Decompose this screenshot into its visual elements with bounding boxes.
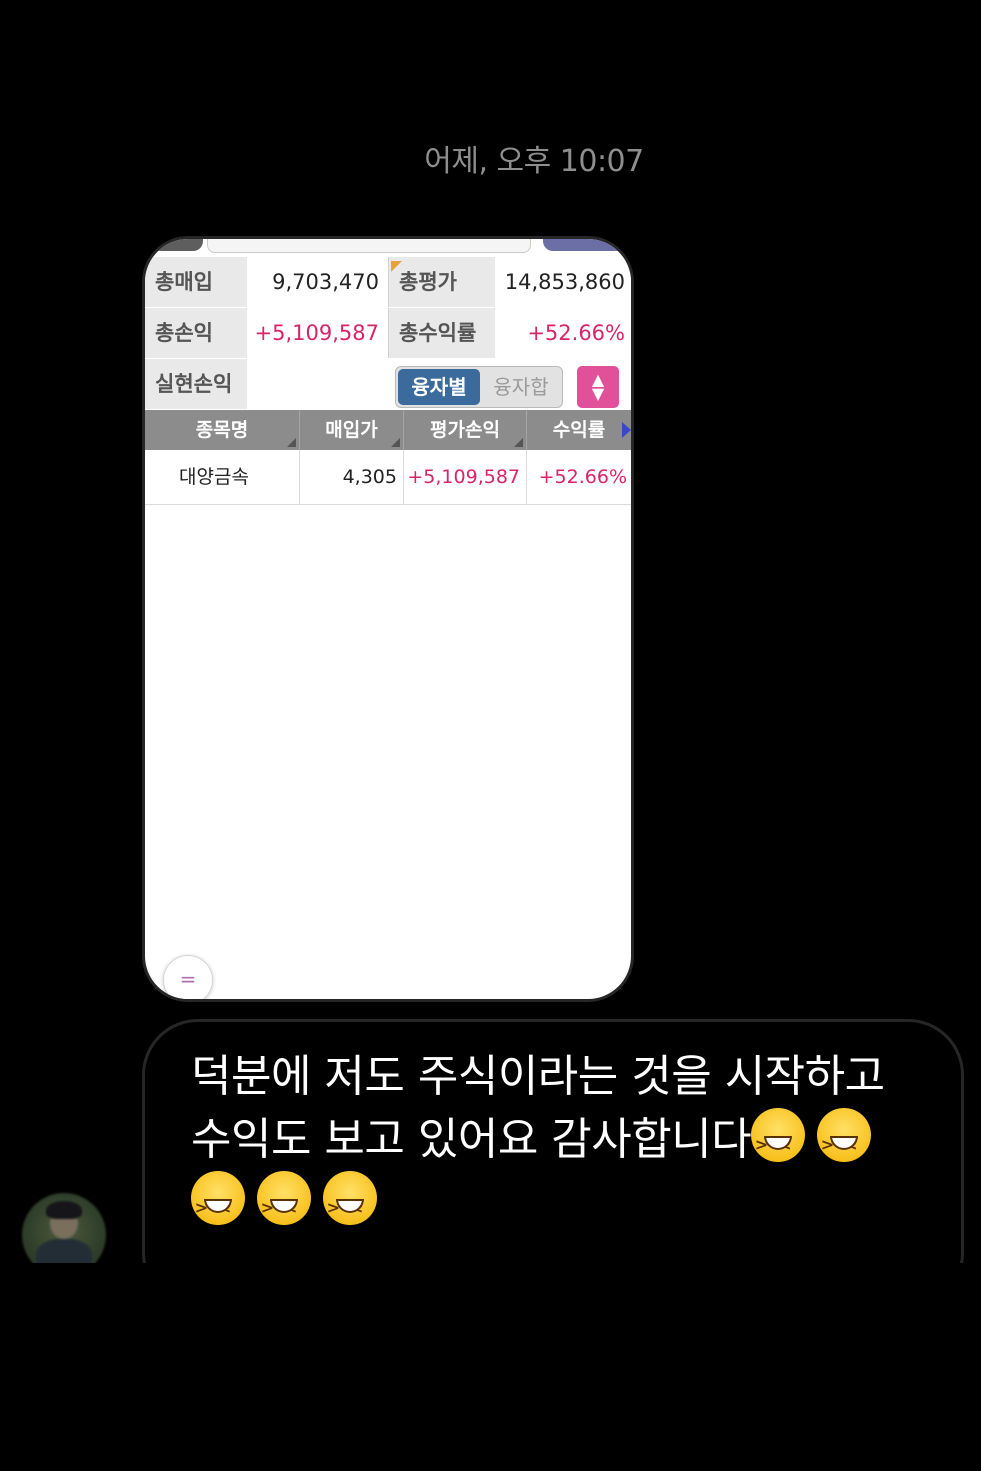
total-evaluation-label: 총평가 xyxy=(388,257,495,307)
col-header-price[interactable]: 매입가 xyxy=(300,410,404,450)
total-pnl-label: 총손익 xyxy=(145,308,247,358)
purchase-price-cell: 4,305 xyxy=(300,450,404,504)
total-return-label: 총수익률 xyxy=(388,308,495,358)
bottom-area xyxy=(0,1263,981,1471)
grinning-squinting-face-icon xyxy=(191,1171,245,1239)
summary-row-1: 총매입 9,703,470 총평가 14,853,860 xyxy=(145,257,631,307)
total-return-value: +52.66% xyxy=(495,308,631,358)
table-header: 종목명 매입가 평가손익 수익률 xyxy=(145,410,631,450)
menu-icon[interactable]: = xyxy=(163,955,213,999)
summary-row-2: 총손익 +5,109,587 총수익률 +52.66% xyxy=(145,308,631,358)
total-purchase-label: 총매입 xyxy=(145,257,247,307)
return-rate-cell: +52.66% xyxy=(538,466,627,488)
grinning-squinting-face-icon xyxy=(751,1108,806,1176)
realized-pnl-value xyxy=(247,359,385,409)
col-header-pnl[interactable]: 평가손익 xyxy=(404,410,527,450)
total-evaluation-value: 14,853,860 xyxy=(495,257,631,307)
stock-screenshot-image[interactable]: 총매입 9,703,470 총평가 14,853,860 총손익 +5,109,… xyxy=(142,236,634,1002)
stock-name-cell: 대양금속 xyxy=(145,450,300,504)
sort-updown-icon[interactable]: ▲ ▼ xyxy=(577,366,619,408)
loan-view-toggle: 융자별 융자합 xyxy=(395,366,563,408)
app-top-strip xyxy=(145,239,631,253)
timestamp: 어제, 오후 10:07 xyxy=(424,144,644,179)
toggle-by-loan[interactable]: 융자별 xyxy=(398,369,480,405)
pnl-cell: +5,109,587 xyxy=(404,450,527,504)
total-purchase-value: 9,703,470 xyxy=(247,257,385,307)
col-header-name[interactable]: 종목명 xyxy=(145,410,300,450)
toggle-loan-sum[interactable]: 융자합 xyxy=(482,369,560,405)
grinning-squinting-face-icon xyxy=(323,1171,377,1239)
grinning-squinting-face-icon xyxy=(257,1171,311,1239)
scroll-right-arrow-icon[interactable] xyxy=(622,422,631,438)
total-pnl-value: +5,109,587 xyxy=(247,308,385,358)
grinning-squinting-face-icon xyxy=(817,1108,872,1176)
message-text-block: 덕분에 저도 주식이라는 것을 시작하고 수익도 보고 있어요 감사합니다 xyxy=(191,1046,931,1239)
realized-pnl-label: 실현손익 xyxy=(145,359,247,409)
col-header-rate[interactable]: 수익률 xyxy=(527,410,631,450)
note-marker-icon xyxy=(391,261,402,272)
table-row[interactable]: 대양금속 4,305 +5,109,587 +52.66% xyxy=(145,450,631,505)
